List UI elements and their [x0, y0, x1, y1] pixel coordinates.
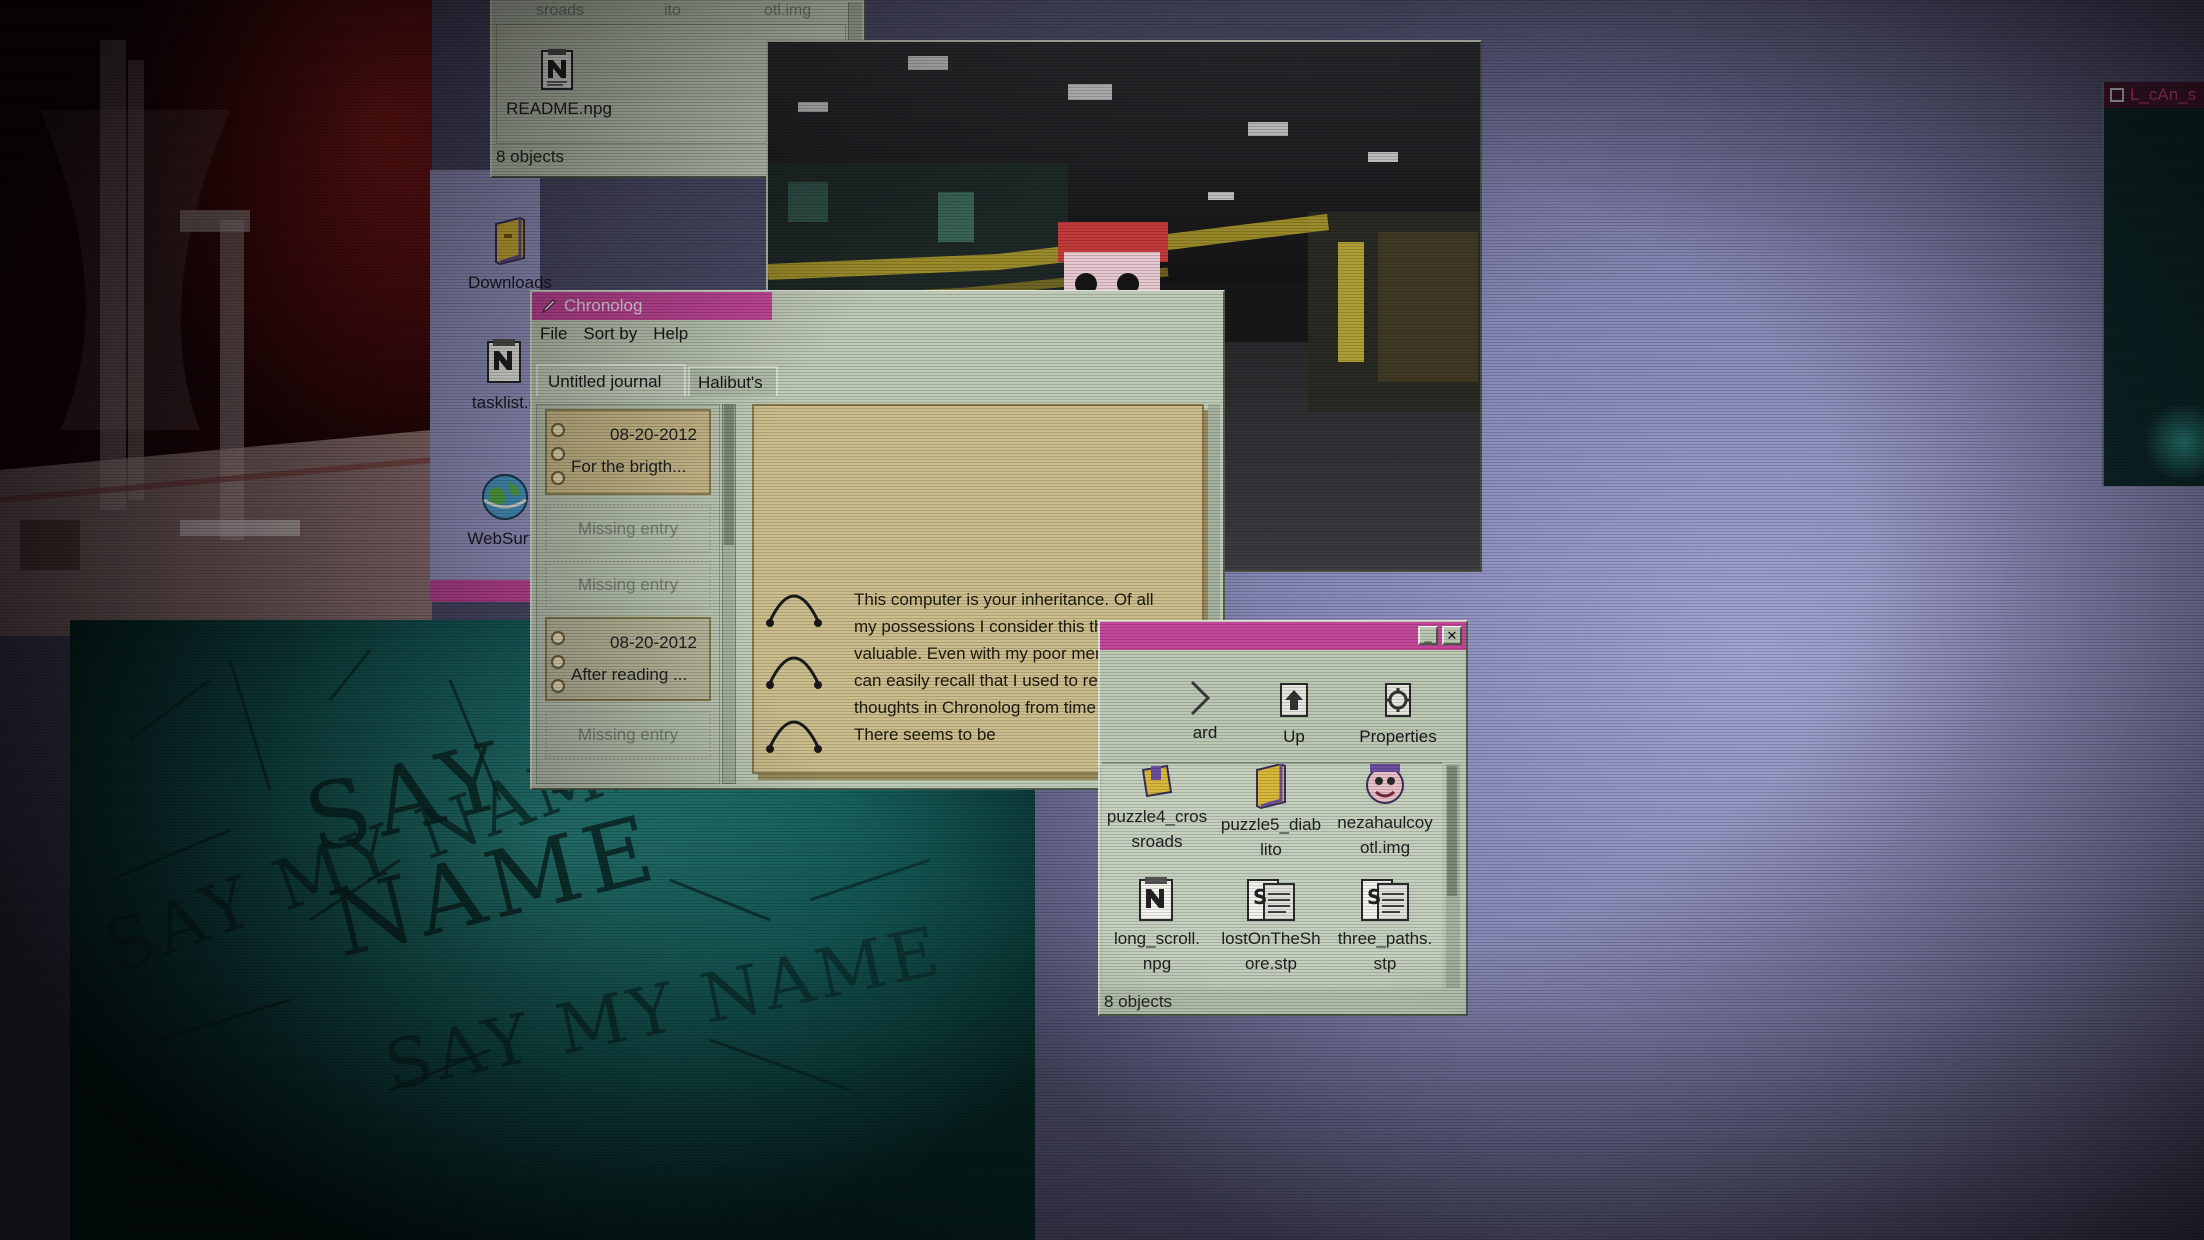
toolbar-forward[interactable]: ard: [1180, 678, 1230, 743]
window-title: Chronolog: [564, 296, 643, 315]
entry-preview: After reading ...: [571, 665, 688, 684]
file-name-line: otl.img: [1359, 838, 1411, 857]
file-name-label: README.npg: [506, 99, 612, 118]
file-nezahaulcoyotl[interactable]: nezahaulcoy otl.img: [1330, 764, 1440, 860]
binder-ring-icon: [551, 679, 565, 693]
explorer-titlebar[interactable]: [1100, 622, 1466, 650]
window-title: L_cAn_s: [2130, 85, 2197, 104]
entry-card[interactable]: 08-20-2012 For the brigth...: [545, 409, 711, 495]
toolbar-up[interactable]: Up: [1264, 678, 1324, 747]
binder-ring-icon: [551, 423, 565, 437]
chronolog-titlebar[interactable]: Chronolog: [532, 292, 772, 320]
entry-list: 08-20-2012 For the brigth... Missing ent…: [536, 404, 720, 784]
desktop: SAY MY NAME SAY MY NAME SAY MY NAME sroa…: [0, 0, 2204, 1240]
entry-date: 08-20-2012: [610, 425, 697, 444]
menu-bar: File Sort by Help: [540, 324, 688, 346]
globe-icon: [482, 474, 528, 520]
right-window-content: [2144, 402, 2204, 482]
pen-icon: [541, 299, 556, 314]
file-readme[interactable]: README.npg: [504, 48, 614, 121]
right-window: L_cAn_s: [2102, 82, 2204, 486]
entry-card[interactable]: 08-20-2012 After reading ...: [545, 617, 711, 701]
file-name-line: long_scroll.: [1114, 929, 1200, 948]
file-name-line: puzzle4_cros: [1106, 807, 1208, 826]
close-button[interactable]: ✕: [1442, 626, 1462, 645]
binder-ring-icon: [551, 471, 565, 485]
file-name-line: puzzle5_diab: [1220, 815, 1322, 834]
tab-halibuts[interactable]: Halibut's: [688, 366, 778, 396]
menu-help[interactable]: Help: [653, 324, 688, 346]
puzzle-folder-icon: [1256, 764, 1286, 810]
entry-date: 08-20-2012: [610, 633, 697, 652]
entry-missing[interactable]: Missing entry: [545, 561, 711, 609]
file-grid-scrollbar[interactable]: [1446, 764, 1460, 988]
entry-preview: For the brigth...: [571, 457, 687, 476]
status-bar: 8 objects: [1104, 992, 1173, 1011]
binder-ring-icon: [551, 447, 565, 461]
toolbar-label: ard: [1192, 723, 1218, 742]
file-puzzle5[interactable]: puzzle5_diab lito: [1216, 764, 1326, 862]
tab-untitled-journal[interactable]: Untitled journal: [536, 364, 686, 396]
file-puzzle4[interactable]: puzzle4_cros sroads: [1102, 764, 1212, 854]
hourglass-drawing: [0, 40, 432, 636]
notepad-icon: [1139, 877, 1173, 921]
puzzle-icon: [1141, 764, 1173, 798]
file-name-line: npg: [1142, 954, 1172, 973]
minimize-button[interactable]: _: [1418, 626, 1438, 645]
menu-file[interactable]: File: [540, 324, 567, 346]
image-icon: [1366, 764, 1404, 804]
explorer-window: _ ✕ ard Up Properties puzzle4_cros sroad…: [1098, 620, 1468, 1016]
file-grid: puzzle4_cros sroads puzzle5_diab lito ne…: [1102, 762, 1442, 988]
file-three-paths[interactable]: S three_paths. stp: [1330, 876, 1440, 976]
file-name-line: sroads: [1131, 832, 1183, 851]
column-header-fragment: otl.img: [764, 2, 812, 19]
hourglass-photo: [0, 0, 432, 636]
column-header-fragment: ito: [664, 2, 681, 19]
file-name-line: lito: [1260, 840, 1282, 859]
folder-icon: [495, 216, 525, 266]
window-icon: [2110, 88, 2124, 102]
file-name-line: three_paths.: [1337, 929, 1433, 948]
notepad-icon: [487, 339, 521, 383]
binder-ring-icon: [551, 655, 565, 669]
notebook-rings-icon: [766, 594, 822, 753]
file-lost-on-the-shore[interactable]: S lostOnTheSh ore.stp: [1216, 876, 1326, 976]
binder-ring-icon: [551, 631, 565, 645]
entry-missing[interactable]: Missing entry: [545, 505, 711, 553]
entry-missing[interactable]: Missing entry: [545, 711, 711, 759]
toolbar-properties[interactable]: Properties: [1346, 678, 1450, 747]
notepad-icon: [541, 49, 573, 90]
toolbar-label: Up: [1283, 727, 1305, 746]
toolbar-label: Properties: [1359, 727, 1437, 746]
file-name-line: nezahaulcoy: [1337, 813, 1433, 832]
svg-text:S: S: [1253, 885, 1267, 909]
file-name-line: ore.stp: [1245, 954, 1297, 973]
column-header-strip: sroads ito otl.img: [492, 2, 848, 24]
desktop-icon-downloads[interactable]: Downloads: [455, 216, 565, 295]
script-icon: S: [1361, 879, 1409, 921]
forward-arrow-icon: [1190, 680, 1211, 716]
script-icon: S: [1247, 879, 1295, 921]
entry-list-scrollbar[interactable]: [722, 404, 736, 784]
right-window-titlebar[interactable]: L_cAn_s: [2104, 82, 2204, 108]
file-name-line: lostOnTheSh: [1221, 929, 1321, 948]
properties-icon: [1385, 683, 1411, 717]
menu-sort-by[interactable]: Sort by: [583, 324, 637, 346]
status-bar: 8 objects: [496, 147, 565, 166]
up-folder-icon: [1280, 683, 1308, 717]
file-name-line: stp: [1373, 954, 1397, 973]
desktop-icon-label: tasklist.n: [471, 393, 539, 412]
svg-text:S: S: [1367, 885, 1381, 909]
column-header-fragment: sroads: [536, 2, 585, 19]
file-long-scroll[interactable]: long_scroll. npg: [1102, 876, 1212, 976]
